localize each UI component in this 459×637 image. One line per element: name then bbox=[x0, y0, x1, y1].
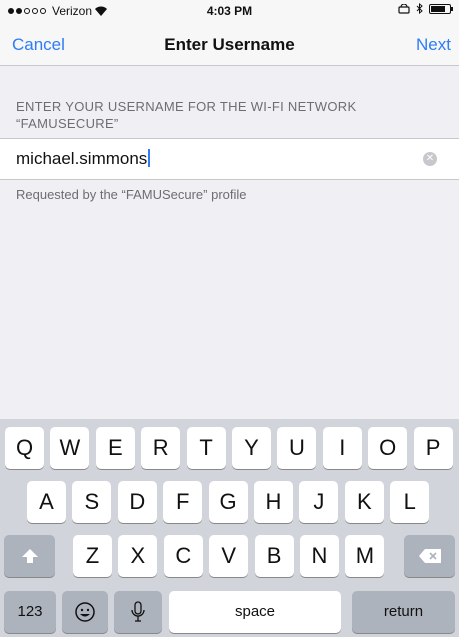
key-b[interactable]: B bbox=[254, 535, 294, 577]
key-p[interactable]: P bbox=[413, 427, 453, 469]
key-v[interactable]: V bbox=[209, 535, 249, 577]
delete-key[interactable] bbox=[404, 535, 455, 577]
emoji-key[interactable] bbox=[62, 591, 108, 633]
key-y[interactable]: Y bbox=[232, 427, 271, 469]
key-u[interactable]: U bbox=[277, 427, 317, 469]
status-right-icons bbox=[398, 3, 453, 14]
section-header: ENTER YOUR USERNAME FOR THE WI-FI NETWOR… bbox=[16, 99, 357, 131]
shift-key[interactable] bbox=[4, 535, 55, 577]
key-o[interactable]: O bbox=[368, 427, 408, 469]
backspace-icon bbox=[418, 549, 441, 563]
battery-icon bbox=[429, 3, 453, 14]
keyboard: QWERTYUIOP ASDFGHJKL ZXCVBNM 123 space r… bbox=[0, 419, 459, 637]
key-w[interactable]: W bbox=[50, 427, 90, 469]
key-k[interactable]: K bbox=[344, 481, 384, 523]
form-area: ENTER YOUR USERNAME FOR THE WI-FI NETWOR… bbox=[0, 66, 459, 419]
username-input[interactable]: michael.simmons bbox=[16, 149, 151, 169]
lock-rotation-icon bbox=[398, 3, 410, 14]
key-x[interactable]: X bbox=[118, 535, 158, 577]
key-z[interactable]: Z bbox=[73, 535, 112, 577]
status-time: 4:03 PM bbox=[206, 4, 253, 18]
username-field[interactable]: michael.simmons ✕ bbox=[0, 138, 459, 180]
status-bar: Verizon 4:03 PM bbox=[0, 0, 459, 22]
username-value: michael.simmons bbox=[16, 149, 148, 168]
key-f[interactable]: F bbox=[163, 481, 203, 523]
key-h[interactable]: H bbox=[254, 481, 293, 523]
key-r[interactable]: R bbox=[141, 427, 181, 469]
dictation-key[interactable] bbox=[114, 591, 162, 633]
key-e[interactable]: E bbox=[95, 427, 135, 469]
key-n[interactable]: N bbox=[300, 535, 339, 577]
numbers-key[interactable]: 123 bbox=[4, 591, 56, 633]
key-c[interactable]: C bbox=[163, 535, 203, 577]
key-a[interactable]: A bbox=[27, 481, 66, 523]
next-button[interactable]: Next bbox=[416, 35, 451, 55]
key-s[interactable]: S bbox=[72, 481, 112, 523]
navigation-bar: Cancel Enter Username Next bbox=[0, 22, 459, 66]
key-d[interactable]: D bbox=[117, 481, 157, 523]
section-footer: Requested by the “FAMUSecure” profile bbox=[16, 187, 247, 202]
key-j[interactable]: J bbox=[299, 481, 339, 523]
key-m[interactable]: M bbox=[345, 535, 385, 577]
emoji-icon bbox=[75, 602, 95, 622]
space-key[interactable]: space bbox=[169, 591, 341, 633]
key-q[interactable]: Q bbox=[5, 427, 44, 469]
return-key[interactable]: return bbox=[352, 591, 455, 633]
key-t[interactable]: T bbox=[186, 427, 226, 469]
key-l[interactable]: L bbox=[390, 481, 430, 523]
bluetooth-icon bbox=[416, 3, 423, 14]
page-title: Enter Username bbox=[164, 35, 295, 54]
key-g[interactable]: G bbox=[208, 481, 248, 523]
key-i[interactable]: I bbox=[322, 427, 362, 469]
microphone-icon bbox=[131, 601, 145, 622]
clear-text-icon[interactable]: ✕ bbox=[423, 152, 437, 166]
shift-icon bbox=[21, 549, 38, 563]
text-cursor bbox=[148, 149, 151, 167]
